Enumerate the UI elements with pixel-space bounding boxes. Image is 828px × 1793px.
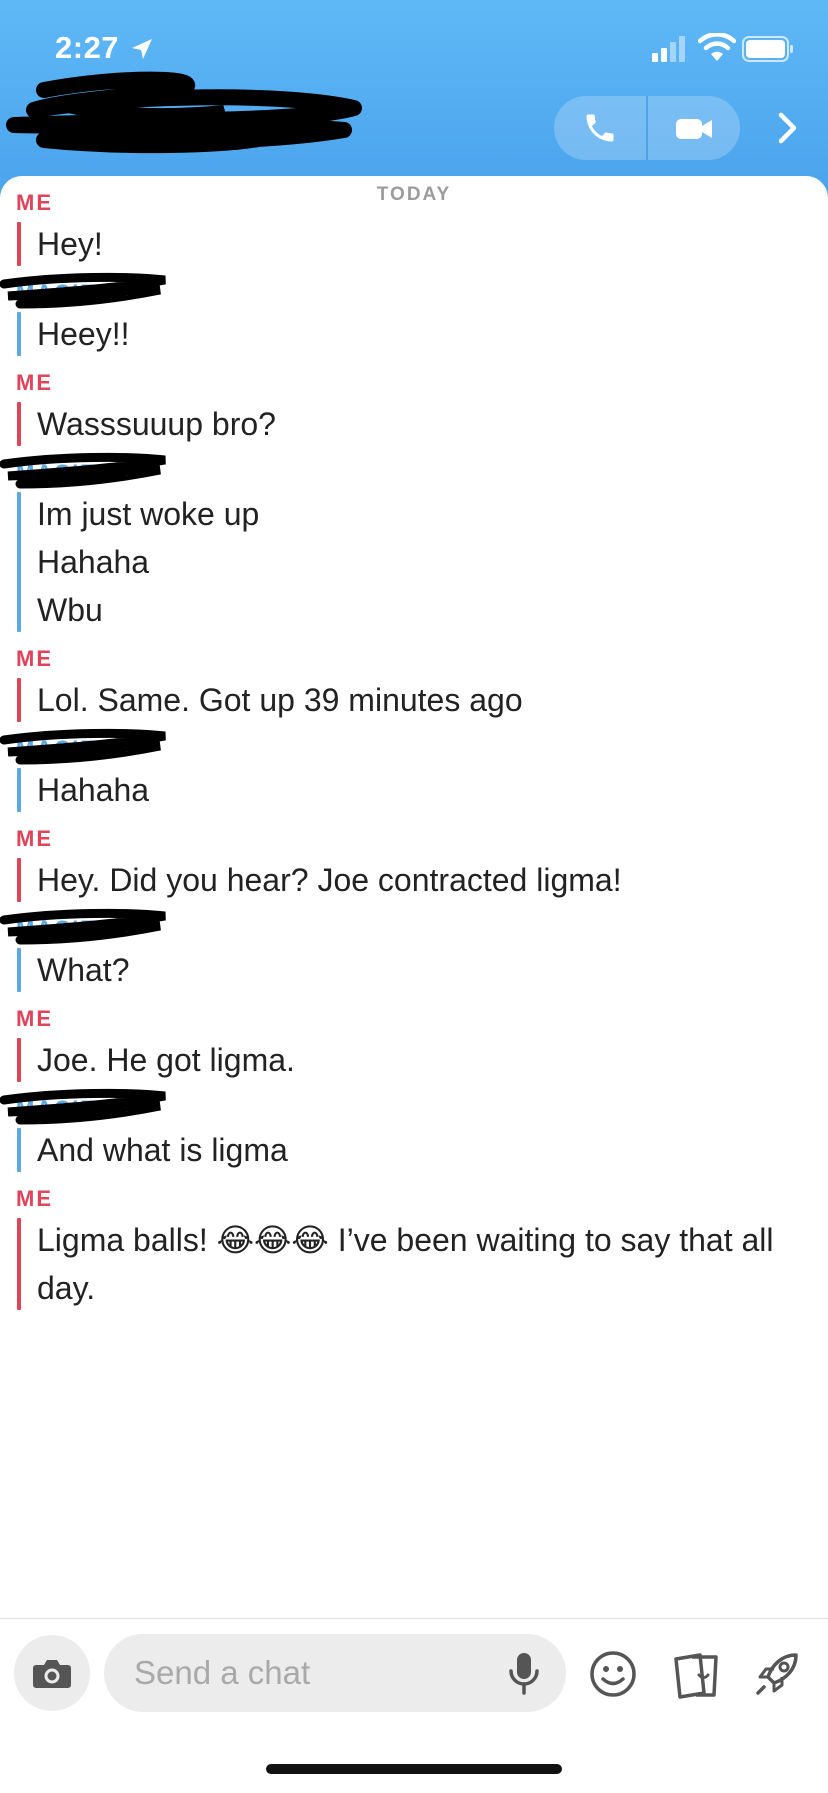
redaction-scribble: [0, 272, 166, 309]
sender-label-me: ME: [16, 1006, 53, 1031]
message-text[interactable]: Im just woke up: [37, 490, 777, 538]
message-text[interactable]: Wbu: [37, 586, 777, 634]
profile-chevron-button[interactable]: [766, 104, 810, 152]
message-text[interactable]: What?: [37, 946, 777, 994]
camera-button[interactable]: [14, 1635, 90, 1711]
call-actions: [554, 96, 740, 160]
video-call-button[interactable]: [648, 96, 740, 160]
chat-header: 2:27: [0, 0, 828, 200]
sender-label-me: ME: [16, 1186, 53, 1211]
sender-label-me: ME: [16, 646, 53, 671]
signal-icon: [652, 36, 685, 62]
stickers-cards-icon[interactable]: [670, 1649, 722, 1701]
message-text[interactable]: Hey!: [37, 220, 777, 268]
message-group-bar: [17, 402, 21, 446]
message-text[interactable]: Ligma balls! 😂😂😂 I’ve been waiting to sa…: [37, 1216, 777, 1312]
sender-label-me: ME: [16, 370, 53, 395]
voice-call-button[interactable]: [554, 96, 646, 160]
video-icon: [676, 119, 712, 139]
message-group-bar: [17, 1128, 21, 1172]
location-arrow-icon: [132, 39, 152, 59]
chat-input[interactable]: [104, 1634, 566, 1712]
wifi-icon: [698, 33, 736, 61]
message-text[interactable]: Heey!!: [37, 310, 777, 358]
message-text[interactable]: Hahaha: [37, 766, 777, 814]
emoji-icon[interactable]: [588, 1649, 638, 1699]
message-group-bar: [17, 492, 21, 632]
rocket-icon[interactable]: [752, 1647, 804, 1699]
sender-label-me: ME: [16, 826, 53, 851]
message-group-bar: [17, 312, 21, 356]
home-indicator: [266, 1764, 562, 1774]
chat-panel[interactable]: TODAY ME Hey! MACIEL Heey!! ME Wasssuuup bro?…: [0, 176, 828, 1792]
chevron-right-icon: [778, 112, 797, 144]
battery-icon: [742, 36, 793, 62]
date-divider: TODAY: [376, 184, 452, 205]
message-text[interactable]: And what is ligma: [37, 1126, 777, 1174]
message-group-bar: [17, 858, 21, 902]
microphone-icon[interactable]: [506, 1651, 542, 1697]
message-group-bar: [17, 948, 21, 992]
message-text[interactable]: Lol. Same. Got up 39 minutes ago: [37, 676, 777, 724]
message-group-bar: [17, 1038, 21, 1082]
message-text[interactable]: Wasssuuup bro?: [37, 400, 777, 448]
camera-icon: [33, 1660, 71, 1688]
status-time: 2:27: [55, 30, 120, 65]
redaction-scribble: [0, 908, 166, 945]
redacted-contact-name: [6, 71, 362, 154]
message-group-bar: [17, 678, 21, 722]
redaction-scribble: [0, 728, 166, 765]
message-text[interactable]: Hey. Did you hear? Joe contracted ligma!: [37, 856, 777, 904]
redaction-scribble: [0, 452, 166, 489]
message-group-bar: [17, 222, 21, 266]
message-text[interactable]: Joe. He got ligma.: [37, 1036, 777, 1084]
message-group-bar: [17, 1218, 21, 1310]
redaction-scribble: [0, 1088, 166, 1125]
message-text[interactable]: Hahaha: [37, 538, 777, 586]
message-group-bar: [17, 768, 21, 812]
phone-icon: [586, 114, 614, 142]
sender-label-me: ME: [16, 190, 53, 215]
